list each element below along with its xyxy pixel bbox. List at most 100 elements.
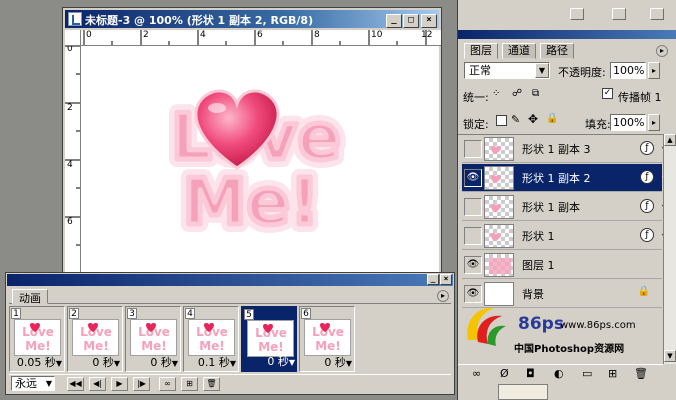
palette-icon[interactable] [650, 8, 664, 20]
frame-delay-select[interactable]: 0.05 秒▼ [10, 354, 64, 370]
frame-delay: 0.1 秒 [197, 356, 230, 369]
ruler-origin[interactable] [65, 30, 81, 46]
layer-style-icon[interactable]: ƒ [640, 141, 654, 155]
add-style-icon[interactable]: Ø [500, 367, 509, 380]
layer-name: 形状 1 副本 [522, 201, 580, 214]
layer-row[interactable]: 形状 1 副本 3ƒ▾ [462, 135, 666, 163]
document-title-bar[interactable]: 未标题-3 @ 100% (形状 1 副本 2, RGB/8) _ □ × [65, 10, 439, 28]
frame-thumbnail: Love Me! [130, 319, 177, 356]
animation-frame[interactable]: 2 Love Me! 0 秒▼ [67, 306, 123, 372]
visibility-toggle[interactable] [464, 140, 482, 158]
frame-thumbnail: Love Me! [247, 320, 294, 357]
opacity-input[interactable]: 100% [610, 62, 646, 79]
layer-style-icon[interactable]: ƒ [640, 170, 654, 184]
add-mask-icon[interactable]: ◘ [526, 367, 535, 380]
unify-label: 统一: [463, 91, 489, 104]
frame-delay-select[interactable]: 0 秒▼ [126, 354, 180, 370]
tween-button[interactable]: ∞ [159, 377, 176, 391]
layer-name: 形状 1 [522, 230, 555, 243]
new-group-icon[interactable]: ▭ [582, 367, 592, 380]
frame-thumbnail: Love Me! [188, 319, 235, 356]
animation-frame[interactable]: 3 Love Me! 0 秒▼ [125, 306, 181, 372]
layer-row[interactable]: 形状 1 副本ƒ▾ [462, 193, 666, 221]
layer-scrollbar[interactable]: ▲ ▼ [663, 134, 676, 364]
visibility-toggle[interactable] [464, 227, 482, 245]
animation-frame[interactable]: 4 Love Me! 0.1 秒▼ [183, 306, 239, 372]
minimize-button[interactable]: _ [427, 274, 439, 285]
fill-input[interactable]: 100% [610, 114, 646, 131]
opacity-label: 不透明度: [558, 66, 606, 79]
frame-delay-select[interactable]: 0.1 秒▼ [184, 354, 238, 370]
next-frame-button[interactable]: |▶ [133, 377, 150, 391]
adjustment-layer-icon[interactable]: ◐ [554, 367, 564, 380]
delete-frame-button[interactable]: 🗑 [203, 377, 220, 391]
ruler-label: 6 [257, 30, 263, 40]
minimize-button[interactable]: _ [386, 14, 402, 28]
fill-slider-arrow[interactable]: ▸ [648, 114, 660, 131]
play-button[interactable]: ▶ [111, 377, 128, 391]
animation-frame[interactable]: 6 Love Me! 0 秒▼ [299, 306, 355, 372]
frame-delay: 0 秒 [267, 355, 289, 368]
frame-delay-select[interactable]: 0 秒▼ [243, 353, 297, 369]
horizontal-ruler[interactable]: 0 2 4 6 8 10 12 [81, 30, 441, 46]
blend-mode-select[interactable]: 正常 ▼ [464, 62, 550, 79]
layer-name: 形状 1 副本 3 [522, 143, 591, 156]
ruler-label: 4 [67, 160, 73, 170]
watermark: 86ps www.86ps.com 中国Photoshop资源网 [460, 296, 660, 358]
first-frame-button[interactable]: ◀◀ [67, 377, 84, 391]
loop-select[interactable]: 永远 ▼ [11, 376, 55, 391]
canvas[interactable]: Love Love Me! Me! [81, 46, 439, 272]
visibility-toggle[interactable]: 👁 [464, 169, 482, 187]
lock-brush-icon[interactable]: ✎ [511, 113, 520, 126]
frame-delay: 0 秒 [324, 356, 346, 369]
visibility-toggle[interactable] [464, 198, 482, 216]
link-layers-icon[interactable]: ∞ [472, 367, 481, 380]
delete-layer-icon[interactable]: 🗑 [634, 367, 648, 380]
palette-icon[interactable] [570, 8, 584, 20]
maximize-button[interactable]: □ [403, 14, 419, 28]
tab-animation[interactable]: 动画 [12, 289, 48, 305]
opacity-slider-arrow[interactable]: ▸ [648, 62, 660, 79]
new-frame-button[interactable]: ⊞ [181, 377, 198, 391]
propagate-checkbox[interactable]: ✓ [602, 88, 613, 99]
loop-value: 永远 [15, 377, 37, 390]
vertical-ruler[interactable]: 0 2 4 6 [65, 46, 81, 272]
frame-number: 4 [185, 308, 195, 319]
layers-title-bar[interactable] [458, 30, 676, 39]
frame-number: 3 [127, 308, 137, 319]
tab-paths[interactable]: 路径 [540, 43, 574, 59]
layer-style-icon[interactable]: ƒ [640, 228, 654, 242]
close-button[interactable]: × [421, 14, 437, 28]
frame-thumbnail: Love Me! [14, 319, 61, 356]
visibility-toggle[interactable]: 👁 [464, 256, 482, 274]
animation-frame[interactable]: 1 Love Me! 0.05 秒▼ [9, 306, 65, 372]
frame-delay-select[interactable]: 0 秒▼ [68, 354, 122, 370]
tab-channels[interactable]: 通道 [502, 43, 536, 59]
layer-style-icon[interactable]: ƒ [640, 199, 654, 213]
lock-all-icon[interactable]: 🔒 [546, 113, 558, 124]
new-layer-icon[interactable]: ⊞ [608, 367, 617, 380]
tab-layers[interactable]: 图层 [464, 43, 498, 59]
propagate-label: 传播帧 1 [618, 91, 662, 104]
prev-frame-button[interactable]: ◀| [89, 377, 106, 391]
thumb-me-text: Me! [199, 339, 225, 353]
unify-position-icon[interactable]: ⁘ [492, 88, 500, 99]
animation-title-bar[interactable]: _ × [7, 274, 453, 286]
panel-menu-icon[interactable]: ▸ [437, 290, 449, 302]
lock-transparency-icon[interactable] [496, 115, 507, 126]
layer-row[interactable]: 👁 图层 1 [462, 251, 662, 279]
unify-visibility-icon[interactable]: ☍ [512, 88, 522, 99]
watermark-url: www.86ps.com [560, 320, 636, 331]
unify-style-icon[interactable]: ⧉ [532, 88, 539, 99]
frame-delay-select[interactable]: 0 秒▼ [300, 354, 354, 370]
layer-row[interactable]: 形状 1ƒ▾ [462, 222, 666, 250]
animation-frame[interactable]: 5 Love Me! 0 秒▼ [241, 306, 297, 372]
ruler-label: 10 [371, 30, 383, 40]
close-button[interactable]: × [440, 274, 452, 285]
palette-dock [458, 0, 676, 39]
palette-icon[interactable] [612, 8, 626, 20]
lock-move-icon[interactable]: ✥ [528, 112, 538, 126]
panel-menu-icon[interactable]: ▸ [656, 45, 668, 57]
frame-delay: 0.05 秒 [16, 356, 56, 369]
layer-row[interactable]: 👁形状 1 副本 2ƒ▾ [462, 164, 666, 192]
